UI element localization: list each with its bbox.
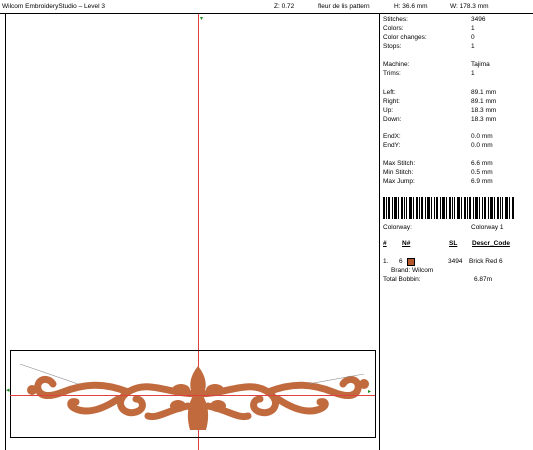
horizontal-center-guide	[10, 395, 375, 396]
stat-text: 3494	[448, 258, 463, 265]
top-marker-icon: ▾	[200, 16, 204, 22]
stat-text: 1	[471, 25, 475, 32]
stat-row: Color changes: 0	[382, 33, 533, 42]
stat-text: Left:	[383, 89, 396, 96]
stat-text: 89.1 mm	[471, 98, 497, 105]
stat-text: Tajima	[471, 61, 490, 68]
title-bar: Wilcom EmbroideryStudio – Level 3 Z: 0.7…	[0, 0, 533, 14]
col-header-num: #	[383, 240, 387, 247]
stat-row: Left: 89.1 mm	[382, 88, 533, 97]
stat-text: Min Stitch:	[383, 169, 414, 176]
design-info-panel: Stitches: 3496 Colors: 1 Color changes: 0 S…	[382, 14, 533, 450]
design-height: H: 36.6 mm	[394, 3, 428, 10]
stat-text: Colors:	[383, 25, 404, 32]
stat-text: 6.9 mm	[471, 178, 493, 185]
bobbin-row: Total Bobbin: 6.87m	[382, 275, 533, 284]
design-name: fleur de lis pattern	[318, 3, 370, 10]
stat-text: Colorway 1	[471, 224, 504, 231]
barcode-icon	[383, 197, 514, 219]
stat-row: Up: 18.3 mm	[382, 106, 533, 115]
stat-text: Color changes:	[383, 34, 427, 41]
stat-text: Down:	[383, 116, 402, 123]
design-width: W: 178.3 mm	[450, 3, 489, 10]
stat-text: Trims:	[383, 70, 401, 77]
thread-color-swatch	[407, 258, 415, 266]
color-table-row[interactable]: 1. 6 3494 Brick Red 6	[382, 257, 533, 266]
stat-text: 6	[399, 258, 403, 265]
stat-text: 0.0 mm	[471, 133, 493, 140]
brand-row: Brand: Wilcom	[382, 266, 533, 275]
stat-text: EndX:	[383, 133, 401, 140]
stat-row: EndY: 0.0 mm	[382, 141, 533, 150]
stat-row: Down: 18.3 mm	[382, 115, 533, 124]
fleur-de-lis-embroidery-design[interactable]	[18, 354, 374, 434]
stat-text: 1	[471, 43, 475, 50]
stat-text: 18.3 mm	[471, 116, 497, 123]
stat-text: 0.0 mm	[471, 142, 493, 149]
stat-row: Max Stitch: 6.6 mm	[382, 159, 533, 168]
stat-text: 89.1 mm	[471, 89, 497, 96]
stat-text: 0.5 mm	[471, 169, 493, 176]
stat-row: EndX: 0.0 mm	[382, 132, 533, 141]
stat-text: Max Jump:	[383, 178, 415, 185]
stat-row: Machine: Tajima	[382, 60, 533, 69]
stat-row: Right: 89.1 mm	[382, 97, 533, 106]
stat-row: Max Jump: 6.9 mm	[382, 177, 533, 186]
col-header-description: Descr_Code	[472, 240, 510, 247]
start-point-icon: ◂	[6, 387, 10, 394]
stat-text: 1.	[383, 258, 389, 265]
stat-text: Stitches:	[383, 16, 408, 23]
stat-text: Machine:	[383, 61, 410, 68]
stat-text: 6.6 mm	[471, 160, 493, 167]
stat-row: Stops: 1	[382, 42, 533, 51]
colorway-row: Colorway: Colorway 1	[382, 223, 533, 232]
stat-text: Right:	[383, 98, 400, 105]
stat-row: Min Stitch: 0.5 mm	[382, 168, 533, 177]
stat-text: 18.3 mm	[471, 107, 497, 114]
stat-row: Trims: 1	[382, 69, 533, 78]
col-header-stitches: SL	[449, 240, 458, 247]
stat-text: Colorway:	[383, 224, 412, 231]
stat-text: 1	[471, 70, 475, 77]
stat-row: Stitches: 3496	[382, 15, 533, 24]
stat-text: Stops:	[383, 43, 402, 50]
stat-text: Brand: Wilcom	[391, 267, 434, 274]
app-title: Wilcom EmbroideryStudio – Level 3	[2, 3, 105, 10]
stat-text: Up:	[383, 107, 394, 114]
stat-text: 3496	[471, 16, 486, 23]
design-canvas[interactable]: ▾ ◂ ▸	[5, 14, 380, 450]
col-header-needle: N#	[402, 240, 411, 247]
zoom-readout: Z: 0.72	[274, 3, 295, 10]
stat-text: Brick Red 6	[469, 258, 503, 265]
stat-text: Total Bobbin:	[383, 276, 421, 283]
stat-row: Colors: 1	[382, 24, 533, 33]
stat-text: EndY:	[383, 142, 401, 149]
stat-text: 0	[471, 34, 475, 41]
stat-text: Max Stitch:	[383, 160, 416, 167]
stat-text: 6.87m	[474, 276, 493, 283]
